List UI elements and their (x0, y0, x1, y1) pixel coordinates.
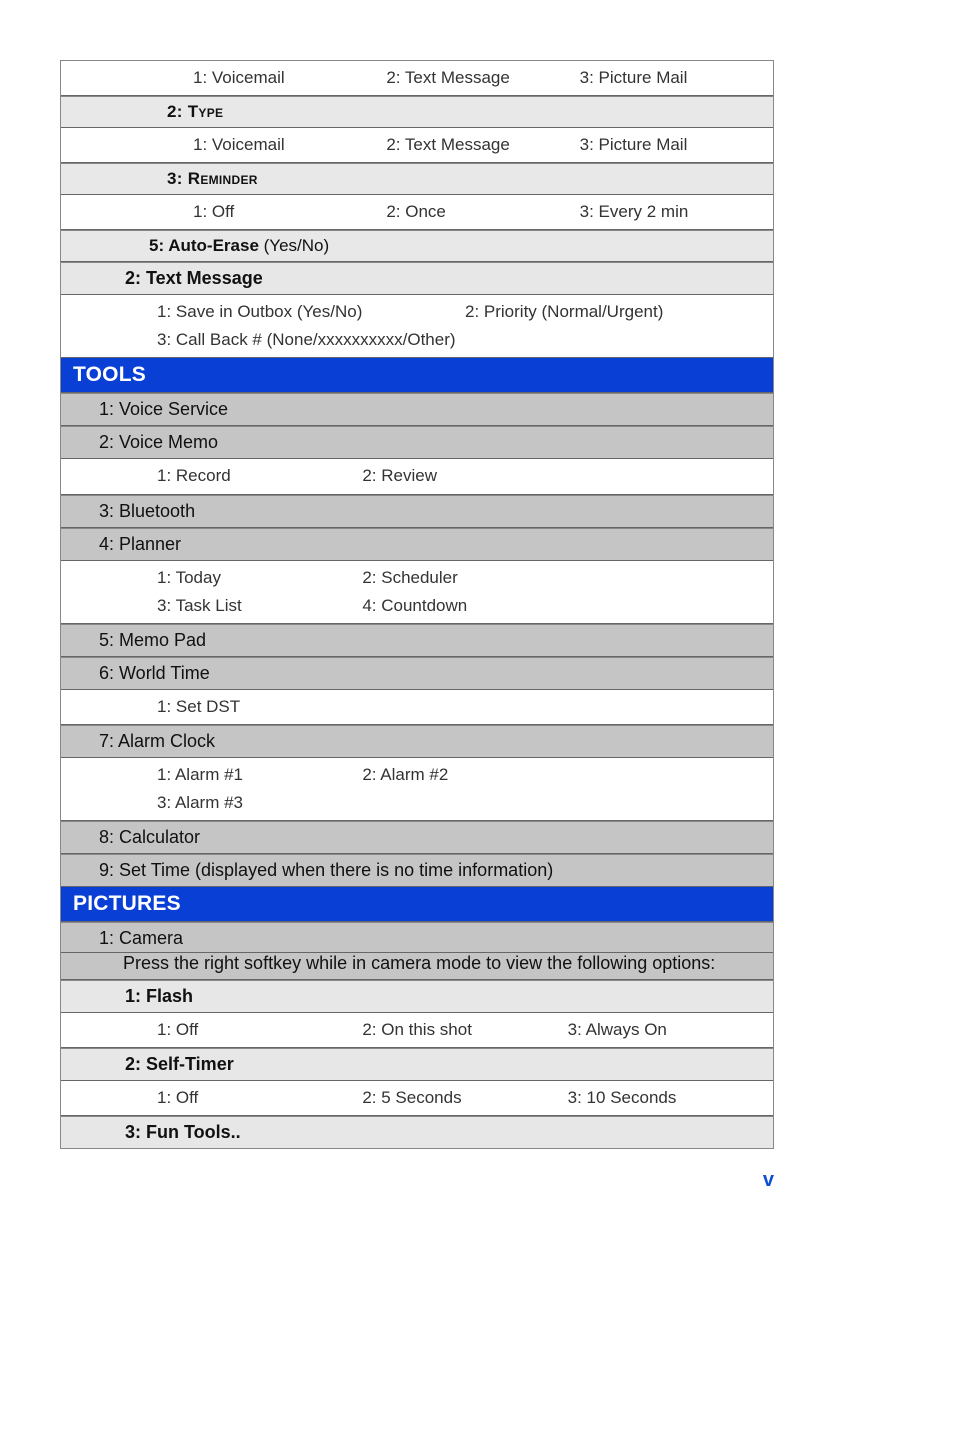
item: 2: Priority (Normal/Urgent) (465, 295, 773, 329)
item: 2: 5 Seconds (362, 1081, 567, 1115)
item: 2: Once (386, 195, 579, 229)
item: 3: Picture Mail (580, 61, 773, 95)
label: 5: Memo Pad (99, 630, 206, 650)
table-row: 1: Off 2: On this shot 3: Always On (61, 1013, 773, 1048)
table-row: 1: Save in Outbox (Yes/No) 2: Priority (… (61, 295, 773, 329)
sub-alarm-clock: 7: Alarm Clock (61, 725, 773, 758)
label: 3: Reminder (167, 169, 258, 188)
label: 2: Text Message (125, 268, 263, 288)
category-tools: TOOLS (61, 358, 773, 393)
item: 1: Off (61, 195, 386, 229)
label: 6: World Time (99, 663, 210, 683)
label: 8: Calculator (99, 827, 200, 847)
item: 2: Alarm #2 (362, 758, 567, 792)
item: 1: Today (61, 561, 362, 595)
page-number: v (60, 1169, 774, 1192)
category-pictures: PICTURES (61, 887, 773, 922)
label: 3: Fun Tools.. (125, 1122, 241, 1142)
item: 2: Scheduler (362, 561, 567, 595)
table-row: 1: Alarm #1 2: Alarm #2 (61, 758, 773, 792)
sub-voice-service: 1: Voice Service (61, 393, 773, 426)
sub-planner: 4: Planner (61, 528, 773, 561)
item: 3: Task List (61, 595, 362, 623)
table-row: 1: Off 2: 5 Seconds 3: 10 Seconds (61, 1081, 773, 1116)
item (568, 459, 773, 493)
label: 1: Voice Service (99, 399, 228, 419)
table-row: 3: Task List 4: Countdown (61, 595, 773, 624)
item: 3: Alarm #3 (61, 792, 773, 820)
label: 9: Set Time (displayed when there is no … (99, 860, 553, 880)
label: 2: Voice Memo (99, 432, 218, 452)
label: 7: Alarm Clock (99, 731, 215, 751)
item: 1: Alarm #1 (61, 758, 362, 792)
table-row: 1: Record 2: Review (61, 459, 773, 494)
table-row: 1: Voicemail 2: Text Message 3: Picture … (61, 61, 773, 96)
label: TOOLS (73, 363, 146, 386)
subheader-fun-tools: 3: Fun Tools.. (61, 1116, 773, 1149)
subheader-type: 2: Type (61, 96, 773, 128)
label: 1: Flash (125, 986, 193, 1006)
sub-camera: 1: Camera (61, 922, 773, 953)
item: 2: Text Message (386, 61, 579, 95)
item: 3: Call Back # (None/xxxxxxxxxx/Other) (61, 329, 773, 357)
label: PICTURES (73, 892, 181, 915)
item: 3: 10 Seconds (568, 1081, 773, 1115)
sub-bluetooth: 3: Bluetooth (61, 495, 773, 528)
sub-calculator: 8: Calculator (61, 821, 773, 854)
label: 4: Planner (99, 534, 181, 554)
sub-set-time: 9: Set Time (displayed when there is no … (61, 854, 773, 887)
table-row: 3: Alarm #3 (61, 792, 773, 821)
table-row: 1: Today 2: Scheduler (61, 561, 773, 595)
sub-voice-memo: 2: Voice Memo (61, 426, 773, 459)
subheader-reminder: 3: Reminder (61, 163, 773, 195)
subheader-self-timer: 2: Self-Timer (61, 1048, 773, 1081)
table-row: 1: Set DST (61, 690, 773, 725)
label: 2: Type (167, 102, 223, 121)
item: 1: Set DST (61, 690, 773, 724)
item: 1: Voicemail (61, 61, 386, 95)
subheader-auto-erase: 5: Auto-Erase (Yes/No) (61, 230, 773, 262)
table-row: 1: Voicemail 2: Text Message 3: Picture … (61, 128, 773, 163)
sub-memo-pad: 5: Memo Pad (61, 624, 773, 657)
table-row: 1: Off 2: Once 3: Every 2 min (61, 195, 773, 230)
label: 5: Auto-Erase (149, 236, 259, 255)
item: 3: Picture Mail (580, 128, 773, 162)
item: 2: Review (362, 459, 567, 493)
subheader-flash: 1: Flash (61, 980, 773, 1013)
label: 2: Self-Timer (125, 1054, 234, 1074)
item: 3: Always On (568, 1013, 773, 1047)
subheader-text-message: 2: Text Message (61, 262, 773, 295)
suffix: (Yes/No) (259, 236, 329, 255)
item: 3: Every 2 min (580, 195, 773, 229)
camera-note: Press the right softkey while in camera … (61, 953, 773, 980)
item: 2: On this shot (362, 1013, 567, 1047)
item: 1: Voicemail (61, 128, 386, 162)
item: 1: Off (61, 1013, 362, 1047)
item: 1: Off (61, 1081, 362, 1115)
item: 2: Text Message (386, 128, 579, 162)
table-row: 3: Call Back # (None/xxxxxxxxxx/Other) (61, 329, 773, 358)
label: 3: Bluetooth (99, 501, 195, 521)
item: 1: Record (61, 459, 362, 493)
sub-world-time: 6: World Time (61, 657, 773, 690)
item: 4: Countdown (362, 595, 567, 623)
label: 1: Camera (99, 928, 183, 948)
text: Press the right softkey while in camera … (123, 953, 715, 973)
item: 1: Save in Outbox (Yes/No) (61, 295, 465, 329)
